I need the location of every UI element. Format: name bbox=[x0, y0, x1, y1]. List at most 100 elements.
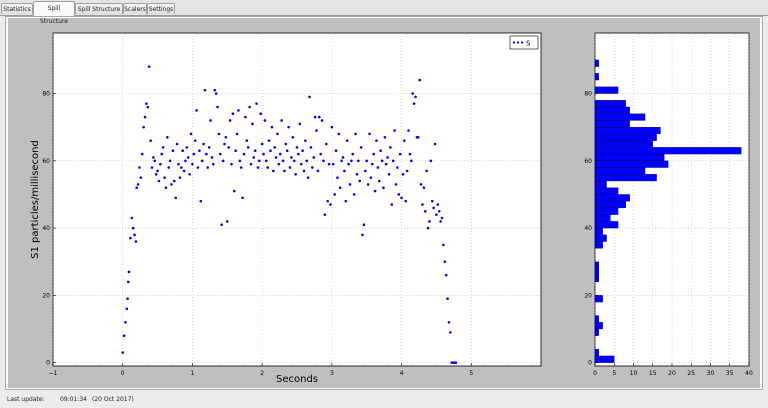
scatter-point bbox=[223, 142, 226, 146]
scatter-point bbox=[143, 115, 147, 119]
scatter-point bbox=[425, 169, 428, 173]
scatter-point bbox=[210, 156, 214, 159]
scatter-point bbox=[393, 129, 396, 132]
scatter-point bbox=[266, 166, 270, 169]
legend-marker bbox=[516, 41, 520, 44]
scatter-point bbox=[400, 196, 403, 200]
scatter-point bbox=[175, 142, 179, 146]
scatter-point bbox=[333, 193, 336, 196]
histogram-bar bbox=[594, 295, 603, 303]
tab-settings[interactable]: Settings bbox=[147, 3, 175, 14]
scatter-point bbox=[258, 159, 261, 163]
scatter-point bbox=[270, 125, 274, 129]
scatter-point bbox=[343, 169, 346, 173]
scatter-point bbox=[362, 223, 366, 227]
scatter-point bbox=[292, 159, 296, 163]
tab-spill-structure[interactable]: Spill Structure bbox=[33, 1, 75, 25]
histogram-bar bbox=[594, 234, 607, 242]
scatter-point bbox=[377, 179, 381, 183]
status-date: (20 Oct 2017) bbox=[92, 396, 134, 403]
y-axis-label: S1 particles/millisecond bbox=[30, 140, 41, 259]
histogram-bar bbox=[594, 59, 599, 67]
scatter-point bbox=[241, 196, 244, 200]
scatter-point bbox=[390, 203, 394, 206]
x-tick-label: −1 bbox=[49, 370, 58, 377]
scatter-point bbox=[205, 152, 208, 156]
scatter-point bbox=[217, 132, 221, 136]
scatter-point bbox=[355, 172, 359, 176]
scatter-point bbox=[331, 162, 335, 166]
scatter-point bbox=[154, 172, 158, 176]
scatter-point bbox=[173, 179, 176, 183]
scatter-point bbox=[131, 226, 135, 230]
histogram-bar bbox=[594, 221, 619, 229]
legend-marker bbox=[520, 41, 524, 44]
scatter-point bbox=[298, 122, 302, 126]
status-label: Last update: bbox=[7, 396, 45, 403]
scatter-point bbox=[278, 152, 282, 156]
scatter-point bbox=[274, 156, 278, 159]
scatter-point bbox=[177, 162, 180, 166]
scatter-point bbox=[126, 280, 130, 284]
y-tick-label: 0 bbox=[588, 360, 592, 367]
scatter-point bbox=[411, 92, 415, 95]
scatter-point bbox=[366, 183, 370, 186]
scatter-point bbox=[435, 213, 438, 216]
y-tick-label: 80 bbox=[584, 91, 592, 98]
scatter-point bbox=[407, 129, 410, 132]
histogram-bar bbox=[594, 322, 603, 330]
scatter-point bbox=[421, 203, 424, 206]
scatter-point bbox=[256, 166, 260, 169]
scatter-point bbox=[291, 135, 295, 139]
histogram-bar bbox=[594, 106, 630, 114]
scatter-point bbox=[163, 176, 166, 179]
scatter-point bbox=[260, 142, 264, 146]
scatter-point bbox=[166, 135, 169, 139]
scatter-point bbox=[262, 152, 265, 156]
scatter-point bbox=[299, 162, 303, 166]
x-tick-label: 4 bbox=[400, 370, 404, 377]
y-tick-label: 60 bbox=[42, 158, 50, 165]
y-tick-label: 80 bbox=[42, 91, 50, 98]
histogram-bar bbox=[594, 328, 599, 336]
histogram-bar bbox=[594, 207, 619, 215]
scatter-point bbox=[277, 162, 281, 166]
scatter-point bbox=[203, 88, 207, 92]
scatter-point bbox=[329, 203, 332, 206]
scatter-point bbox=[171, 149, 175, 153]
scatter-point bbox=[246, 146, 250, 149]
scatter-point bbox=[221, 159, 225, 163]
tab-spill-structure-2[interactable]: Spill Structure 2 bbox=[75, 3, 123, 24]
scatter-point bbox=[288, 166, 292, 169]
scatter-point bbox=[152, 156, 155, 159]
scatter-point bbox=[178, 176, 182, 179]
scatter-point bbox=[200, 159, 204, 163]
scatter-point bbox=[384, 162, 388, 166]
scatter-plot-area bbox=[52, 32, 542, 367]
histogram-bar bbox=[594, 73, 599, 81]
scatter-point bbox=[354, 132, 357, 136]
tab-statistics[interactable]: Statistics bbox=[1, 3, 33, 14]
scatter-point bbox=[357, 159, 360, 163]
scatter-point bbox=[454, 361, 458, 364]
scatter-point bbox=[446, 297, 449, 301]
tab-scalers[interactable]: Scalers bbox=[123, 3, 147, 14]
scatter-point bbox=[207, 146, 211, 149]
y-tick-label: 60 bbox=[584, 158, 592, 165]
scatter-point bbox=[373, 189, 377, 193]
scatter-point bbox=[387, 172, 391, 176]
scatter-point bbox=[306, 176, 310, 179]
scatter-point bbox=[345, 139, 349, 142]
scatter-point bbox=[185, 146, 189, 149]
scatter-point bbox=[125, 307, 129, 311]
scatter-point bbox=[359, 146, 363, 149]
scatter-point bbox=[305, 159, 309, 163]
scatter-point bbox=[265, 159, 268, 163]
scatter-point bbox=[320, 119, 324, 122]
histogram-bar bbox=[594, 241, 603, 249]
scatter-point bbox=[134, 240, 138, 243]
scatter-point bbox=[375, 139, 378, 142]
scatter-point bbox=[139, 176, 143, 179]
histogram-bar bbox=[594, 113, 646, 121]
histogram-bar bbox=[594, 214, 611, 222]
